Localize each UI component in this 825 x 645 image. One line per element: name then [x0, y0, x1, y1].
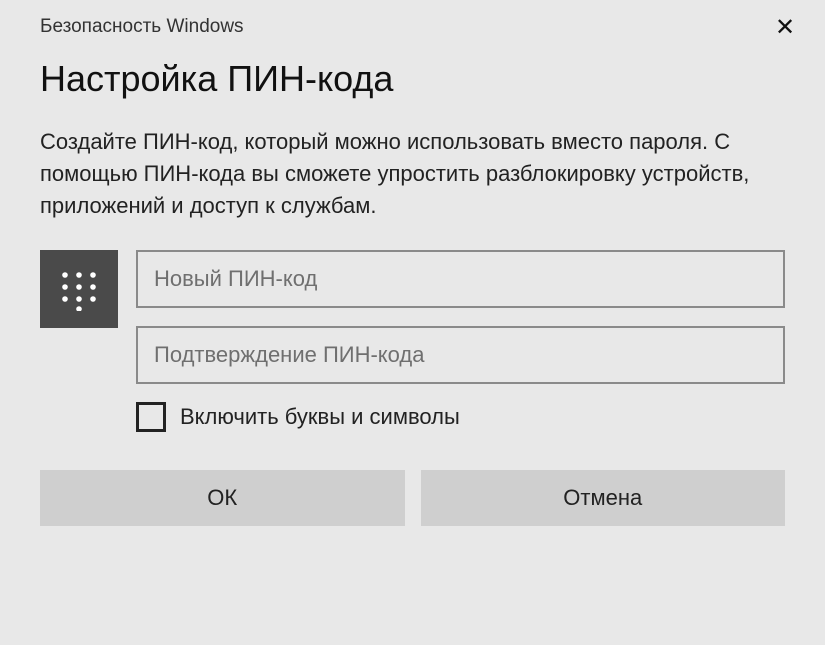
dialog-heading: Настройка ПИН-кода [40, 58, 785, 100]
keypad-icon-box [40, 250, 118, 328]
checkbox-row: Включить буквы и символы [136, 402, 785, 432]
pin-fields [136, 250, 785, 384]
letters-symbols-checkbox[interactable] [136, 402, 166, 432]
dialog-button-row: ОК Отмена [0, 470, 825, 526]
new-pin-input[interactable] [136, 250, 785, 308]
cancel-button[interactable]: Отмена [421, 470, 786, 526]
pin-form-row [40, 250, 785, 384]
titlebar-title: Безопасность Windows [40, 16, 244, 38]
confirm-pin-input[interactable] [136, 326, 785, 384]
dialog-content: Настройка ПИН-кода Создайте ПИН-код, кот… [0, 44, 825, 432]
close-icon: ✕ [775, 13, 795, 42]
keypad-icon [57, 267, 101, 311]
titlebar: Безопасность Windows ✕ [0, 0, 825, 44]
checkbox-label: Включить буквы и символы [180, 404, 460, 430]
dialog-description: Создайте ПИН-код, который можно использо… [40, 126, 780, 222]
ok-button[interactable]: ОК [40, 470, 405, 526]
close-button[interactable]: ✕ [763, 9, 807, 45]
